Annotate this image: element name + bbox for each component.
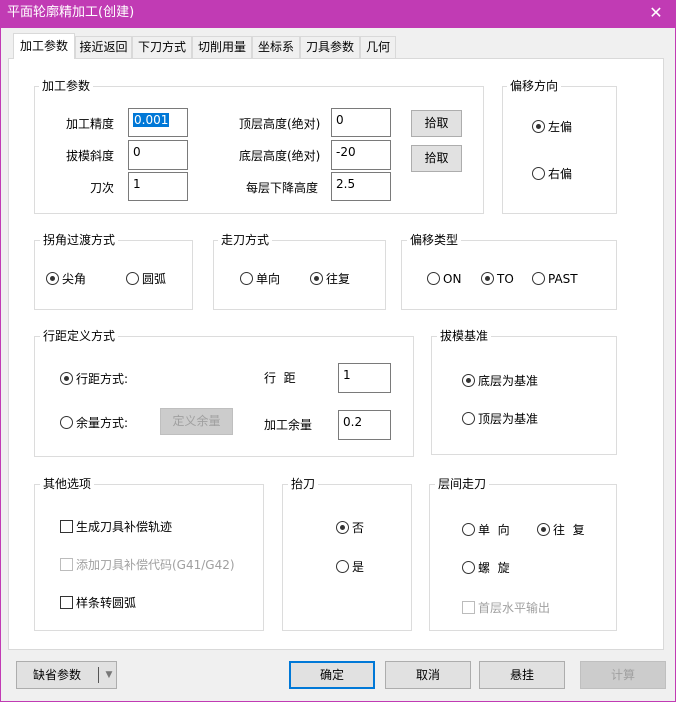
close-button[interactable]: ✕ — [644, 2, 668, 24]
pick-top-button[interactable]: 拾取 — [411, 110, 462, 137]
checkbox-label: 样条转圆弧 — [76, 596, 137, 610]
group-title: 抬刀 — [288, 477, 319, 491]
radio-label: 圆弧 — [142, 272, 167, 286]
tab-tool-params[interactable]: 刀具参数 — [300, 36, 360, 58]
checkbox-first-layer-horizontal[interactable] — [462, 601, 475, 614]
radio-layer-one-way[interactable] — [462, 523, 475, 536]
ok-button[interactable]: 确定 — [289, 661, 375, 689]
radio-corner-sharp[interactable] — [46, 272, 59, 285]
split-divider — [98, 667, 99, 683]
radio-by-allowance[interactable] — [60, 416, 73, 429]
radio-corner-arc[interactable] — [126, 272, 139, 285]
radio-offset-right[interactable] — [532, 167, 545, 180]
group-title: 拔模基准 — [437, 329, 492, 343]
checkbox-label: 首层水平输出 — [478, 601, 551, 615]
group-title: 拐角过渡方式 — [40, 233, 119, 247]
pick-bottom-button[interactable]: 拾取 — [411, 145, 462, 172]
radio-bottom-base[interactable] — [462, 374, 475, 387]
radio-offset-left[interactable] — [532, 120, 545, 133]
radio-offset-to[interactable] — [481, 272, 494, 285]
tab-approach-retract[interactable]: 接近返回 — [75, 36, 132, 58]
suspend-button[interactable]: 悬挂 — [479, 661, 565, 689]
title-bar: 平面轮廓精加工(创建) — [0, 0, 676, 28]
radio-label: 螺 旋 — [478, 561, 510, 575]
bottom-height-input[interactable]: -20 — [331, 140, 391, 170]
radio-label: 单 向 — [478, 523, 510, 537]
group-title: 其他选项 — [40, 477, 95, 491]
checkbox-label: 添加刀具补偿代码(G41/G42) — [76, 558, 235, 572]
checkbox-gen-comp[interactable] — [60, 520, 73, 533]
radio-label: 尖角 — [62, 272, 87, 286]
radio-lift-no[interactable] — [336, 521, 349, 534]
window-title: 平面轮廓精加工(创建) — [7, 5, 135, 20]
precision-input[interactable]: 0.001 — [128, 108, 188, 137]
radio-zigzag[interactable] — [310, 272, 323, 285]
layer-step-input[interactable]: 2.5 — [331, 172, 391, 201]
step-label: 行 距 — [264, 371, 296, 385]
radio-label: 余量方式: — [76, 416, 129, 430]
radio-label: 左偏 — [548, 120, 573, 134]
radio-label: TO — [497, 272, 514, 286]
offset-direction-group — [502, 86, 617, 214]
radio-label: 单向 — [256, 272, 281, 286]
radio-label: 往复 — [326, 272, 351, 286]
draft-angle-label: 拔模斜度 — [66, 149, 115, 163]
draft-base-group — [431, 336, 617, 455]
precision-value: 0.001 — [133, 113, 170, 127]
top-height-input[interactable]: 0 — [331, 108, 391, 137]
layer-step-label: 每层下降高度 — [246, 181, 319, 195]
group-title: 走刀方式 — [218, 233, 273, 247]
radio-label: 往 复 — [553, 523, 585, 537]
checkbox-add-comp-code[interactable] — [60, 558, 73, 571]
group-title: 行距定义方式 — [40, 329, 119, 343]
radio-lift-yes[interactable] — [336, 560, 349, 573]
checkbox-label: 生成刀具补偿轨迹 — [76, 520, 173, 534]
group-title: 层间走刀 — [435, 477, 490, 491]
radio-one-way[interactable] — [240, 272, 253, 285]
group-title: 偏移方向 — [507, 79, 562, 93]
group-title: 加工参数 — [39, 79, 94, 93]
radio-label: 右偏 — [548, 167, 573, 181]
radio-by-step[interactable] — [60, 372, 73, 385]
radio-label: 底层为基准 — [478, 374, 539, 388]
precision-label: 加工精度 — [66, 117, 115, 131]
tab-coordinate-system[interactable]: 坐标系 — [252, 36, 300, 58]
defaults-button-label: 缺省参数 — [32, 668, 81, 682]
radio-label: 否 — [352, 521, 365, 535]
allowance-label: 加工余量 — [264, 418, 313, 432]
step-input[interactable]: 1 — [338, 363, 391, 393]
top-height-label: 顶层高度(绝对) — [239, 117, 321, 131]
radio-label: 顶层为基准 — [478, 412, 539, 426]
tab-geometry[interactable]: 几何 — [360, 36, 396, 58]
dropdown-arrow-icon[interactable]: ▼ — [101, 662, 117, 688]
radio-layer-spiral[interactable] — [462, 561, 475, 574]
allowance-input[interactable]: 0.2 — [338, 410, 391, 440]
lift-tool-group — [282, 484, 412, 631]
define-allowance-button[interactable]: 定义余量 — [160, 408, 233, 435]
radio-label: 是 — [352, 560, 365, 574]
draft-angle-input[interactable]: 0 — [128, 140, 188, 170]
group-title: 偏移类型 — [407, 233, 462, 247]
radio-offset-on[interactable] — [427, 272, 440, 285]
defaults-split-button[interactable]: 缺省参数 ▼ — [16, 661, 117, 689]
radio-layer-zigzag[interactable] — [537, 523, 550, 536]
tab-machining-params[interactable]: 加工参数 — [13, 33, 75, 59]
checkbox-spline-arc[interactable] — [60, 596, 73, 609]
radio-label: ON — [443, 272, 462, 286]
tab-cutting-amount[interactable]: 切削用量 — [192, 36, 252, 58]
radio-label: PAST — [548, 272, 578, 286]
compute-button[interactable]: 计算 — [580, 661, 666, 689]
tab-plunge-mode[interactable]: 下刀方式 — [132, 36, 192, 58]
radio-top-base[interactable] — [462, 412, 475, 425]
radio-label: 行距方式: — [76, 372, 129, 386]
passes-input[interactable]: 1 — [128, 172, 188, 201]
cancel-button[interactable]: 取消 — [385, 661, 471, 689]
cut-mode-group — [213, 240, 386, 310]
passes-label: 刀次 — [90, 181, 115, 195]
bottom-height-label: 底层高度(绝对) — [239, 149, 321, 163]
radio-offset-past[interactable] — [532, 272, 545, 285]
